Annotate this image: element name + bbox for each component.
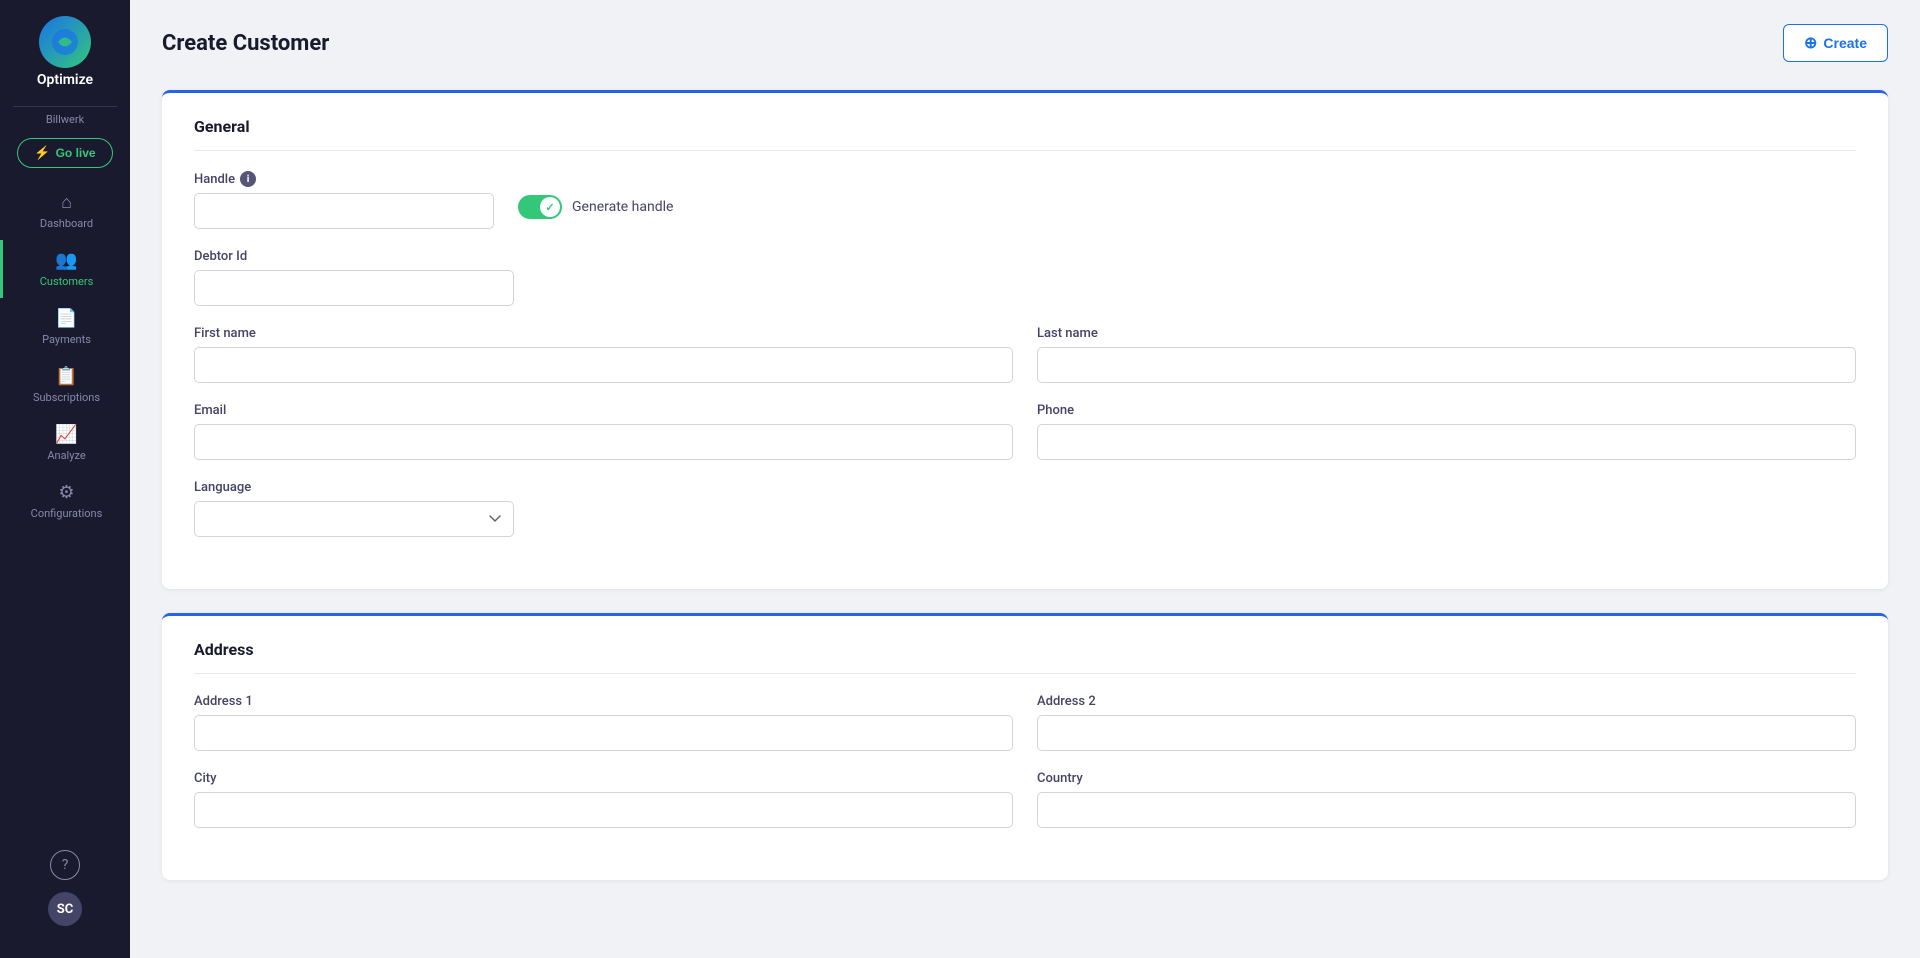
generate-handle-toggle-group: ✓ Generate handle [518, 195, 673, 229]
phone-label: Phone [1037, 403, 1856, 418]
debtor-id-group: Debtor Id [194, 249, 514, 306]
sub-label: Billwerk [46, 113, 84, 126]
address2-label: Address 2 [1037, 694, 1856, 709]
language-select[interactable]: English German French [194, 501, 514, 537]
debtor-row: Debtor Id [194, 249, 1856, 306]
create-button-label: Create [1823, 35, 1867, 51]
language-label: Language [194, 480, 514, 495]
first-name-input[interactable] [194, 347, 1013, 383]
sidebar-item-analyze-label: Analyze [47, 449, 85, 462]
sidebar-item-payments-label: Payments [42, 333, 91, 346]
contact-row: Email Phone [194, 403, 1856, 460]
main-content: Create Customer ⊕ Create General Handle … [130, 0, 1920, 958]
address2-input[interactable] [1037, 715, 1856, 751]
generate-handle-label: Generate handle [572, 199, 673, 215]
plus-circle-icon: ⊕ [1804, 33, 1817, 53]
city-label: City [194, 771, 1013, 786]
phone-group: Phone [1037, 403, 1856, 460]
email-input[interactable] [194, 424, 1013, 460]
last-name-label: Last name [1037, 326, 1856, 341]
sidebar-item-configurations-label: Configurations [31, 507, 103, 520]
general-section-title: General [194, 117, 1856, 151]
app-name: Optimize [37, 72, 93, 88]
debtor-id-label: Debtor Id [194, 249, 514, 264]
address2-group: Address 2 [1037, 694, 1856, 751]
sidebar-item-dashboard[interactable]: ⌂ Dashboard [0, 182, 130, 240]
subscriptions-icon: 📋 [55, 366, 77, 387]
customers-icon: 👥 [55, 250, 77, 271]
general-section-card: General Handle i ✓ Generate handle [162, 90, 1888, 589]
configurations-icon: ⚙ [58, 482, 74, 503]
handle-label: Handle i [194, 171, 494, 187]
toggle-knob: ✓ [540, 197, 560, 217]
go-live-button[interactable]: ⚡ Go live [17, 138, 112, 168]
first-name-group: First name [194, 326, 1013, 383]
handle-group: Handle i [194, 171, 494, 229]
address1-label: Address 1 [194, 694, 1013, 709]
address-section-card: Address Address 1 Address 2 City Country [162, 613, 1888, 880]
user-avatar[interactable]: SC [48, 892, 82, 926]
sidebar-item-subscriptions-label: Subscriptions [33, 391, 100, 404]
name-row: First name Last name [194, 326, 1856, 383]
analyze-icon: 📈 [55, 424, 77, 445]
sidebar-item-payments[interactable]: 📄 Payments [0, 298, 130, 356]
toggle-check-icon: ✓ [545, 201, 554, 214]
debtor-id-input[interactable] [194, 270, 514, 306]
generate-handle-toggle[interactable]: ✓ [518, 195, 562, 219]
sidebar-item-customers-label: Customers [40, 275, 94, 288]
sidebar-item-dashboard-label: Dashboard [40, 217, 93, 230]
handle-row: Handle i ✓ Generate handle [194, 171, 1856, 229]
last-name-group: Last name [1037, 326, 1856, 383]
city-country-row: City Country [194, 771, 1856, 828]
sidebar-item-customers[interactable]: 👥 Customers [0, 240, 130, 298]
city-input[interactable] [194, 792, 1013, 828]
city-group: City [194, 771, 1013, 828]
create-button[interactable]: ⊕ Create [1783, 24, 1888, 62]
address1-group: Address 1 [194, 694, 1013, 751]
page-header: Create Customer ⊕ Create [162, 24, 1888, 62]
sidebar: Optimize Billwerk ⚡ Go live ⌂ Dashboard … [0, 0, 130, 958]
last-name-input[interactable] [1037, 347, 1856, 383]
bolt-icon: ⚡ [34, 145, 50, 161]
country-label: Country [1037, 771, 1856, 786]
help-button[interactable]: ? [50, 850, 80, 880]
sidebar-bottom: ? SC [0, 850, 130, 942]
country-group: Country [1037, 771, 1856, 828]
address-section-title: Address [194, 640, 1856, 674]
handle-info-icon: i [240, 171, 256, 187]
first-name-label: First name [194, 326, 1013, 341]
language-group: Language English German French [194, 480, 514, 537]
phone-input[interactable] [1037, 424, 1856, 460]
email-label: Email [194, 403, 1013, 418]
address-row: Address 1 Address 2 [194, 694, 1856, 751]
email-group: Email [194, 403, 1013, 460]
app-logo [39, 16, 91, 68]
address1-input[interactable] [194, 715, 1013, 751]
sidebar-item-subscriptions[interactable]: 📋 Subscriptions [0, 356, 130, 414]
go-live-label: Go live [56, 146, 96, 160]
dashboard-icon: ⌂ [61, 192, 72, 213]
country-input[interactable] [1037, 792, 1856, 828]
sidebar-item-configurations[interactable]: ⚙ Configurations [0, 472, 130, 530]
handle-input[interactable] [194, 193, 494, 229]
sidebar-item-analyze[interactable]: 📈 Analyze [0, 414, 130, 472]
payments-icon: 📄 [55, 308, 77, 329]
page-title: Create Customer [162, 31, 329, 56]
sidebar-divider-top [13, 106, 117, 107]
language-row: Language English German French [194, 480, 1856, 537]
